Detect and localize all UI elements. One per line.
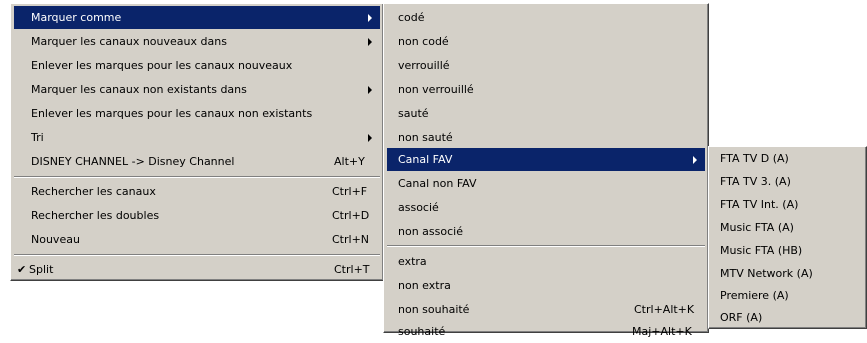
menu-item-shortcut: Ctrl+T bbox=[334, 263, 370, 276]
menu-item-label: FTA TV 3. (A) bbox=[720, 175, 791, 188]
menu-item-shortcut: Ctrl+N bbox=[332, 233, 370, 246]
menu-item-label: Music FTA (A) bbox=[720, 221, 794, 234]
menu-item-non-associe[interactable]: non associé bbox=[387, 220, 705, 243]
menu-item-label: FTA TV D (A) bbox=[720, 152, 789, 165]
menu-item-label: Marquer les canaux nouveaux dans bbox=[31, 35, 227, 48]
menu-item-shortcut: Ctrl+D bbox=[332, 209, 370, 222]
menu-item-marquer-nouveaux[interactable]: Marquer les canaux nouveaux dans bbox=[14, 30, 380, 53]
menu-item-shortcut: Ctrl+Alt+K bbox=[634, 303, 695, 316]
menu-item-label: Marquer les canaux non existants dans bbox=[31, 83, 247, 96]
menu-item-enlever-nouveaux[interactable]: Enlever les marques pour les canaux nouv… bbox=[14, 54, 380, 77]
menu-item-label: non codé bbox=[398, 35, 449, 48]
menu-item-label: Rechercher les doubles bbox=[31, 209, 160, 222]
menu-item-label: Music FTA (HB) bbox=[720, 244, 803, 257]
menu-item-music-fta-a[interactable]: Music FTA (A) bbox=[712, 216, 863, 239]
submenu-marquer-comme: codé non codé verrouillé non verrouillé … bbox=[383, 3, 709, 338]
menu-item-rechercher-canaux[interactable]: Rechercher les canaux Ctrl+F bbox=[14, 180, 380, 203]
menu-item-non-souhaite[interactable]: non souhaité Ctrl+Alt+K bbox=[387, 298, 705, 321]
menu-separator bbox=[14, 176, 380, 178]
menu-item-label: Rechercher les canaux bbox=[31, 185, 156, 198]
menu-item-label: souhaité bbox=[398, 325, 446, 338]
menu-item-label: Premiere (A) bbox=[720, 289, 789, 302]
menu-item-label: non souhaité bbox=[398, 303, 470, 316]
menu-item-rechercher-doubles[interactable]: Rechercher les doubles Ctrl+D bbox=[14, 204, 380, 227]
menu-item-label: sauté bbox=[398, 107, 429, 120]
menu-item-code[interactable]: codé bbox=[387, 6, 705, 29]
menu-item-extra[interactable]: extra bbox=[387, 250, 705, 273]
checkmark-icon: ✔ bbox=[17, 263, 27, 276]
menu-item-label: non sauté bbox=[398, 131, 453, 144]
menu-item-label: MTV Network (A) bbox=[720, 267, 813, 280]
menu-item-label: Enlever les marques pour les canaux nouv… bbox=[31, 59, 293, 72]
menu-item-non-code[interactable]: non codé bbox=[387, 30, 705, 53]
context-menu-main: Marquer comme Marquer les canaux nouveau… bbox=[10, 3, 384, 281]
menu-item-label: non verrouillé bbox=[398, 83, 474, 96]
submenu-arrow-icon bbox=[368, 38, 372, 46]
submenu-arrow-icon bbox=[368, 86, 372, 94]
menu-item-label: Enlever les marques pour les canaux non … bbox=[31, 107, 313, 120]
menu-item-nouveau[interactable]: Nouveau Ctrl+N bbox=[14, 228, 380, 251]
menu-separator bbox=[387, 245, 705, 247]
menu-item-shortcut: Ctrl+F bbox=[332, 185, 368, 198]
menu-item-shortcut: Maj+Alt+K bbox=[632, 325, 692, 338]
menu-item-label: DISNEY CHANNEL -> Disney Channel bbox=[31, 155, 235, 168]
menu-item-label: Split bbox=[29, 263, 54, 276]
menu-item-label: FTA TV Int. (A) bbox=[720, 198, 799, 211]
submenu-arrow-icon bbox=[368, 14, 372, 22]
menu-item-mtv-network[interactable]: MTV Network (A) bbox=[712, 262, 863, 285]
menu-item-split[interactable]: ✔ Split Ctrl+T bbox=[14, 258, 380, 281]
menu-item-label: Canal non FAV bbox=[398, 177, 477, 190]
menu-item-label: Canal FAV bbox=[398, 153, 453, 166]
menu-item-music-fta-hb[interactable]: Music FTA (HB) bbox=[712, 239, 863, 262]
menu-item-label: non extra bbox=[398, 279, 451, 292]
menu-item-label: verrouillé bbox=[398, 59, 450, 72]
menu-item-non-saute[interactable]: non sauté bbox=[387, 126, 705, 149]
menu-item-shortcut: Alt+Y bbox=[334, 155, 365, 168]
menu-item-premiere[interactable]: Premiere (A) bbox=[712, 284, 863, 307]
menu-item-tri[interactable]: Tri bbox=[14, 126, 380, 149]
submenu-arrow-icon bbox=[693, 156, 697, 164]
menu-item-label: Tri bbox=[31, 131, 44, 144]
menu-item-canal-non-fav[interactable]: Canal non FAV bbox=[387, 172, 705, 195]
menu-item-marquer-comme[interactable]: Marquer comme bbox=[14, 6, 380, 29]
menu-item-fta-tv-d[interactable]: FTA TV D (A) bbox=[712, 147, 863, 170]
menu-item-non-verrouille[interactable]: non verrouillé bbox=[387, 78, 705, 101]
submenu-canal-fav: FTA TV D (A) FTA TV 3. (A) FTA TV Int. (… bbox=[708, 146, 867, 329]
menu-item-marquer-non-existants[interactable]: Marquer les canaux non existants dans bbox=[14, 78, 380, 101]
menu-item-orf[interactable]: ORF (A) bbox=[712, 306, 863, 329]
menu-item-canal-fav[interactable]: Canal FAV bbox=[387, 148, 705, 171]
menu-item-label: non associé bbox=[398, 225, 463, 238]
menu-item-saute[interactable]: sauté bbox=[387, 102, 705, 125]
menu-item-label: associé bbox=[398, 201, 439, 214]
menu-item-enlever-non-existants[interactable]: Enlever les marques pour les canaux non … bbox=[14, 102, 380, 125]
menu-item-label: extra bbox=[398, 255, 427, 268]
menu-item-non-extra[interactable]: non extra bbox=[387, 274, 705, 297]
submenu-arrow-icon bbox=[368, 134, 372, 142]
menu-item-fta-tv-int[interactable]: FTA TV Int. (A) bbox=[712, 193, 863, 216]
menu-item-souhaite[interactable]: souhaité Maj+Alt+K bbox=[387, 320, 705, 343]
menu-item-fta-tv-3[interactable]: FTA TV 3. (A) bbox=[712, 170, 863, 193]
menu-item-label: codé bbox=[398, 11, 425, 24]
menu-item-associe[interactable]: associé bbox=[387, 196, 705, 219]
menu-item-label: Nouveau bbox=[31, 233, 80, 246]
menu-separator bbox=[14, 254, 380, 256]
menu-item-disney-channel[interactable]: DISNEY CHANNEL -> Disney Channel Alt+Y bbox=[14, 150, 380, 173]
menu-item-verrouille[interactable]: verrouillé bbox=[387, 54, 705, 77]
menu-item-label: Marquer comme bbox=[31, 11, 122, 24]
menu-item-label: ORF (A) bbox=[720, 311, 763, 324]
